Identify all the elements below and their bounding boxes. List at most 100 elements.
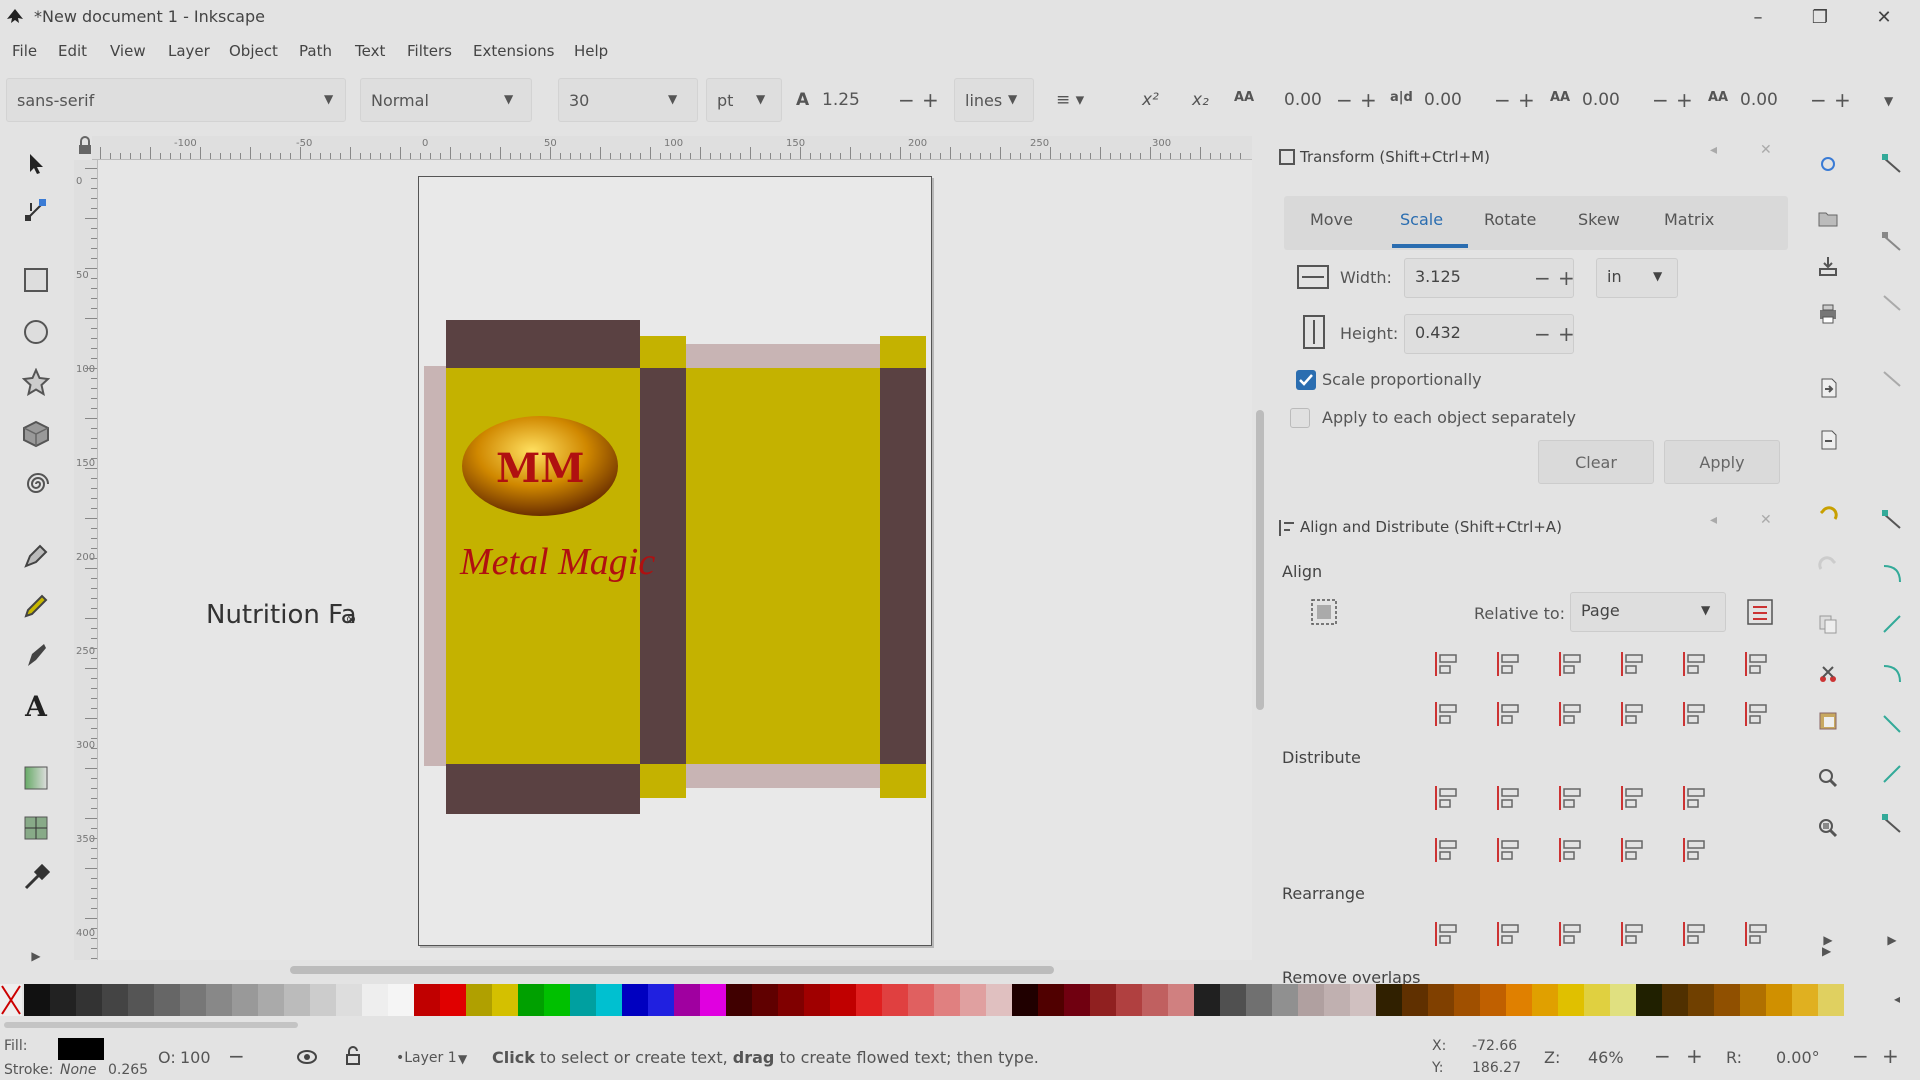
palette-swatch[interactable]	[1012, 984, 1038, 1016]
spacing-mode-select[interactable]: lines	[954, 78, 1034, 122]
palette-swatch[interactable]	[1558, 984, 1584, 1016]
clear-button[interactable]: Clear	[1538, 440, 1654, 484]
stroke-value[interactable]: None	[60, 1062, 97, 1078]
palette-swatch[interactable]	[1090, 984, 1116, 1016]
superscript-icon[interactable]: x²	[1142, 90, 1159, 110]
save-document-icon[interactable]	[1810, 248, 1846, 284]
menu-object[interactable]: Object	[229, 42, 278, 60]
menu-path[interactable]: Path	[299, 42, 332, 60]
palette-swatch[interactable]	[1350, 984, 1376, 1016]
align-baseline-vertical-icon[interactable]	[1738, 644, 1778, 684]
commands-more-icon[interactable]: ▶	[1810, 922, 1846, 958]
snap-more-icon[interactable]: ▶	[1874, 922, 1910, 958]
palette-swatch[interactable]	[908, 984, 934, 1016]
vertical-kerning-increment[interactable]: +	[1834, 88, 1851, 112]
palette-swatch[interactable]	[1376, 984, 1402, 1016]
toolbar-overflow-icon[interactable]: ▼	[1884, 94, 1893, 108]
export-icon[interactable]	[1810, 422, 1846, 458]
palette-swatch[interactable]	[1272, 984, 1298, 1016]
palette-swatch[interactable]	[1610, 984, 1636, 1016]
align-left-edges-icon[interactable]	[1490, 644, 1530, 684]
palette-swatch[interactable]	[440, 984, 466, 1016]
subscript-icon[interactable]: x₂	[1192, 90, 1209, 110]
palette-swatch[interactable]	[388, 984, 414, 1016]
font-size-dropdown-icon[interactable]: ▼	[668, 92, 677, 106]
redo-icon[interactable]	[1810, 546, 1846, 582]
scale-proportionally-checkbox[interactable]	[1296, 370, 1316, 390]
canvas-vertical-scrollbar[interactable]	[1256, 410, 1264, 710]
paste-icon[interactable]	[1810, 702, 1846, 738]
horizontal-kerning-increment[interactable]: +	[1676, 88, 1693, 112]
line-spacing-input[interactable]: 1.25	[822, 90, 860, 110]
snap-intersections-icon[interactable]	[1874, 606, 1910, 642]
tab-skew[interactable]: Skew	[1578, 210, 1620, 229]
menu-text[interactable]: Text	[355, 42, 385, 60]
palette-swatch[interactable]	[258, 984, 284, 1016]
snap-nodes-icon[interactable]	[1874, 502, 1910, 538]
snap-centers-icon[interactable]	[1874, 806, 1910, 842]
distribute-gaps-vertical-icon[interactable]	[1614, 830, 1654, 870]
import-icon[interactable]	[1810, 370, 1846, 406]
distribute-top-edges-icon[interactable]	[1428, 830, 1468, 870]
palette-swatch[interactable]	[934, 984, 960, 1016]
layer-lock-icon[interactable]	[344, 1046, 362, 1070]
line-spacing-increment[interactable]: +	[922, 88, 939, 112]
palette-swatch[interactable]	[1324, 984, 1350, 1016]
snap-smooth-nodes-icon[interactable]	[1874, 706, 1910, 742]
word-spacing-input[interactable]: 0.00	[1424, 90, 1462, 110]
font-unit-select[interactable]: pt	[706, 78, 782, 122]
menu-help[interactable]: Help	[574, 42, 608, 60]
palette-swatch[interactable]	[1194, 984, 1220, 1016]
vertical-ruler[interactable]: 0 50 100 150 200 250 300 350 400	[74, 160, 98, 960]
palette-menu-icon[interactable]: ◂	[1894, 992, 1900, 1006]
zoom-in-icon[interactable]	[1810, 760, 1846, 796]
palette-swatch[interactable]	[1116, 984, 1142, 1016]
palette-swatch[interactable]	[960, 984, 986, 1016]
palette-swatch[interactable]	[1688, 984, 1714, 1016]
mesh-tool-icon[interactable]	[18, 810, 54, 846]
canvas-horizontal-scrollbar[interactable]	[290, 966, 1054, 974]
relative-to-select[interactable]: Page ▼	[1570, 592, 1726, 632]
snap-paths-icon[interactable]	[1874, 556, 1910, 592]
node-tool-icon[interactable]	[18, 192, 54, 228]
zoom-increment[interactable]: +	[1686, 1044, 1703, 1068]
snap-bbox-icon[interactable]	[1874, 224, 1910, 260]
palette-scrollbar[interactable]	[4, 1022, 298, 1028]
snap-bbox-corners-icon[interactable]	[1874, 360, 1910, 396]
palette-swatch[interactable]	[1064, 984, 1090, 1016]
text-tool-icon[interactable]: A	[18, 688, 54, 724]
palette-swatch[interactable]	[882, 984, 908, 1016]
palette-swatch[interactable]	[1220, 984, 1246, 1016]
copy-icon[interactable]	[1810, 606, 1846, 642]
distribute-centers-horizontal-icon[interactable]	[1490, 778, 1530, 818]
palette-swatch[interactable]	[1506, 984, 1532, 1016]
palette-swatch[interactable]	[700, 984, 726, 1016]
width-increment[interactable]: +	[1558, 266, 1575, 290]
center-vertical-axis-icon[interactable]	[1552, 644, 1592, 684]
typing-text[interactable]: Nutrition Fa	[206, 600, 357, 630]
3d-box-tool-icon[interactable]	[18, 416, 54, 452]
snap-midpoints-icon[interactable]	[1874, 756, 1910, 792]
maximize-button[interactable]: ❐	[1790, 2, 1850, 32]
bottom-tab-1[interactable]	[640, 764, 686, 798]
text-align-icon[interactable]: ≡ ▾	[1056, 90, 1084, 110]
randomize-positions-icon[interactable]	[1676, 914, 1716, 954]
align-top-to-bottom-anchor-icon[interactable]	[1676, 694, 1716, 734]
logo-text[interactable]: MM	[496, 445, 585, 492]
palette-swatch[interactable]	[622, 984, 648, 1016]
palette-swatch[interactable]	[1584, 984, 1610, 1016]
zoom-selection-icon[interactable]	[1810, 146, 1846, 182]
apply-each-checkbox[interactable]	[1290, 408, 1310, 428]
zoom-decrement[interactable]: −	[1654, 1044, 1671, 1068]
palette-swatch[interactable]	[1402, 984, 1428, 1016]
brand-text[interactable]: Metal Magic	[459, 541, 655, 583]
width-decrement[interactable]: −	[1534, 266, 1551, 290]
palette-swatch[interactable]	[206, 984, 232, 1016]
palette-swatch[interactable]	[1428, 984, 1454, 1016]
palette-swatch[interactable]	[1454, 984, 1480, 1016]
horizontal-ruler[interactable]: -100 -50 0 50 100 150 200 250 300	[92, 136, 1252, 160]
opacity-input[interactable]: 100	[180, 1048, 211, 1067]
palette-swatch[interactable]	[674, 984, 700, 1016]
align-right-to-left-anchor-icon[interactable]	[1428, 644, 1468, 684]
open-document-icon[interactable]	[1810, 200, 1846, 236]
